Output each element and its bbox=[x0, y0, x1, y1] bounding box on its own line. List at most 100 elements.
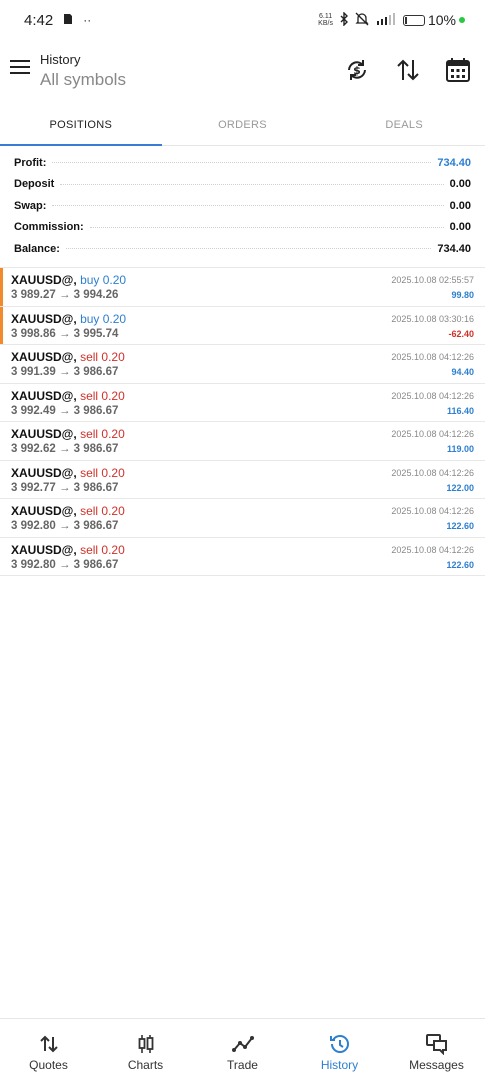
row-side: buy 0.20 bbox=[80, 311, 127, 326]
symbol-filter[interactable]: All symbols bbox=[40, 70, 126, 90]
row-symbol: XAUUSD@, buy 0.20 bbox=[11, 311, 127, 326]
menu-icon[interactable] bbox=[10, 60, 30, 76]
list-item[interactable]: XAUUSD@, buy 0.20 3 989.27 → 3 994.26 20… bbox=[0, 268, 485, 307]
summary-row-profit: Profit: 734.40 bbox=[0, 152, 485, 174]
positions-list: XAUUSD@, buy 0.20 3 989.27 → 3 994.26 20… bbox=[0, 267, 485, 576]
row-symbol: XAUUSD@, sell 0.20 bbox=[11, 388, 125, 403]
row-symbol: XAUUSD@, sell 0.20 bbox=[11, 350, 125, 364]
calendar-icon[interactable] bbox=[444, 56, 472, 84]
row-prices: 3 998.86 → 3 995.74 bbox=[11, 327, 119, 340]
trade-line-icon bbox=[231, 1036, 254, 1052]
summary-value: 0.00 bbox=[449, 178, 471, 191]
row-side: sell 0.20 bbox=[80, 465, 125, 480]
row-time: 2025.10.08 04:12:26 bbox=[391, 506, 474, 516]
nav-label: Charts bbox=[127, 1058, 164, 1072]
currency-refresh-icon[interactable]: $ bbox=[343, 56, 371, 84]
sim-icon bbox=[63, 13, 73, 28]
row-time: 2025.10.08 04:12:26 bbox=[391, 544, 474, 555]
summary-label: Deposit bbox=[14, 178, 55, 191]
bluetooth-icon bbox=[339, 10, 349, 29]
nav-label: Quotes bbox=[29, 1058, 68, 1072]
row-side: sell 0.20 bbox=[80, 388, 125, 403]
net-speed-unit: KB/s bbox=[318, 20, 333, 27]
summary-row-commission: Commission: 0.00 bbox=[0, 217, 485, 239]
position-marker bbox=[0, 268, 3, 306]
summary-dots bbox=[52, 205, 444, 207]
summary-value: 0.00 bbox=[449, 199, 471, 212]
row-symbol: XAUUSD@, buy 0.20 bbox=[11, 273, 127, 287]
list-item[interactable]: XAUUSD@, sell 0.20 3 992.80 → 3 986.67 2… bbox=[0, 538, 485, 576]
row-profit: 116.40 bbox=[446, 405, 474, 416]
row-symbol: XAUUSD@, sell 0.20 bbox=[11, 465, 125, 480]
row-prices: 3 991.39 → 3 986.67 bbox=[11, 366, 119, 378]
row-profit: 119.00 bbox=[446, 444, 474, 454]
row-symbol: XAUUSD@, sell 0.20 bbox=[11, 504, 125, 518]
summary-value: 0.00 bbox=[449, 221, 471, 234]
position-marker bbox=[0, 306, 3, 344]
summary-dots bbox=[89, 226, 444, 228]
list-item[interactable]: XAUUSD@, sell 0.20 3 992.80 → 3 986.67 2… bbox=[0, 499, 485, 538]
row-time: 2025.10.08 04:12:26 bbox=[391, 352, 474, 362]
row-symbol: XAUUSD@, sell 0.20 bbox=[11, 427, 125, 441]
summary-panel: Profit: 734.40 Deposit 0.00 Swap: 0.00 C… bbox=[0, 152, 485, 260]
tab-deals[interactable]: DEALS bbox=[323, 104, 485, 145]
row-side: buy 0.20 bbox=[80, 273, 127, 287]
candlestick-icon bbox=[138, 1035, 153, 1053]
net-speed-value: 6.11 bbox=[319, 13, 333, 20]
row-time: 2025.10.08 04:12:26 bbox=[391, 467, 474, 478]
row-side: sell 0.20 bbox=[80, 350, 125, 364]
tab-orders[interactable]: ORDERS bbox=[162, 104, 324, 145]
list-item[interactable]: XAUUSD@, buy 0.20 3 998.86 → 3 995.74 20… bbox=[0, 306, 485, 345]
nav-charts[interactable]: Charts bbox=[97, 1019, 194, 1080]
row-side: sell 0.20 bbox=[80, 427, 125, 441]
summary-dots bbox=[52, 162, 432, 164]
summary-label: Balance: bbox=[14, 242, 60, 255]
history-tabs: POSITIONS ORDERS DEALS bbox=[0, 104, 485, 146]
summary-row-balance: Balance: 734.40 bbox=[0, 238, 485, 260]
nav-label: Trade bbox=[227, 1058, 258, 1072]
summary-dots bbox=[60, 183, 444, 185]
row-time: 2025.10.08 02:55:57 bbox=[391, 275, 474, 285]
list-item[interactable]: XAUUSD@, sell 0.20 3 992.77 → 3 986.67 2… bbox=[0, 461, 485, 499]
summary-row-deposit: Deposit 0.00 bbox=[0, 174, 485, 196]
nav-label: History bbox=[320, 1058, 359, 1072]
app-bar: History All symbols $ bbox=[0, 44, 485, 100]
row-prices: 3 992.62 → 3 986.67 bbox=[11, 443, 119, 455]
battery-icon: 10% bbox=[402, 12, 465, 28]
row-profit: 122.60 bbox=[446, 521, 474, 531]
row-profit: 122.00 bbox=[446, 482, 474, 493]
summary-label: Profit: bbox=[14, 156, 47, 169]
summary-value: 734.40 bbox=[437, 242, 471, 255]
list-item[interactable]: XAUUSD@, sell 0.20 3 992.62 → 3 986.67 2… bbox=[0, 422, 485, 461]
row-profit: 99.80 bbox=[451, 290, 474, 300]
summary-row-swap: Swap: 0.00 bbox=[0, 195, 485, 217]
status-right: 6.11 KB/s 10% bbox=[318, 10, 465, 29]
row-side: sell 0.20 bbox=[80, 542, 125, 557]
battery-percent: 10% bbox=[427, 12, 456, 28]
signal-icon bbox=[375, 12, 397, 28]
nav-history[interactable]: History bbox=[291, 1019, 388, 1080]
row-profit: 122.60 bbox=[446, 559, 474, 570]
row-time: 2025.10.08 03:30:16 bbox=[391, 313, 474, 324]
status-time: 4:42 bbox=[24, 11, 54, 29]
bottom-nav: Quotes Charts Trade History Messages bbox=[0, 1018, 485, 1080]
list-item[interactable]: XAUUSD@, sell 0.20 3 992.49 → 3 986.67 2… bbox=[0, 384, 485, 422]
nav-quotes[interactable]: Quotes bbox=[0, 1019, 97, 1080]
sort-icon[interactable] bbox=[394, 56, 422, 84]
summary-label: Commission: bbox=[14, 221, 84, 234]
summary-dots bbox=[65, 248, 432, 250]
history-clock-icon bbox=[329, 1034, 349, 1053]
page-title: History bbox=[40, 52, 81, 67]
messages-icon bbox=[425, 1034, 447, 1055]
row-prices: 3 992.77 → 3 986.67 bbox=[11, 481, 119, 494]
row-time: 2025.10.08 04:12:26 bbox=[391, 390, 474, 401]
nav-trade[interactable]: Trade bbox=[194, 1019, 291, 1080]
nav-messages[interactable]: Messages bbox=[388, 1019, 485, 1080]
row-profit: 94.40 bbox=[451, 367, 474, 377]
row-symbol: XAUUSD@, sell 0.20 bbox=[11, 542, 125, 557]
list-item[interactable]: XAUUSD@, sell 0.20 3 991.39 → 3 986.67 2… bbox=[0, 345, 485, 384]
row-time: 2025.10.08 04:12:26 bbox=[391, 429, 474, 439]
summary-value: 734.40 bbox=[437, 156, 471, 169]
status-bar: 4:42 ·· 6.11 KB/s 10% bbox=[0, 0, 485, 40]
tab-positions[interactable]: POSITIONS bbox=[0, 104, 162, 146]
